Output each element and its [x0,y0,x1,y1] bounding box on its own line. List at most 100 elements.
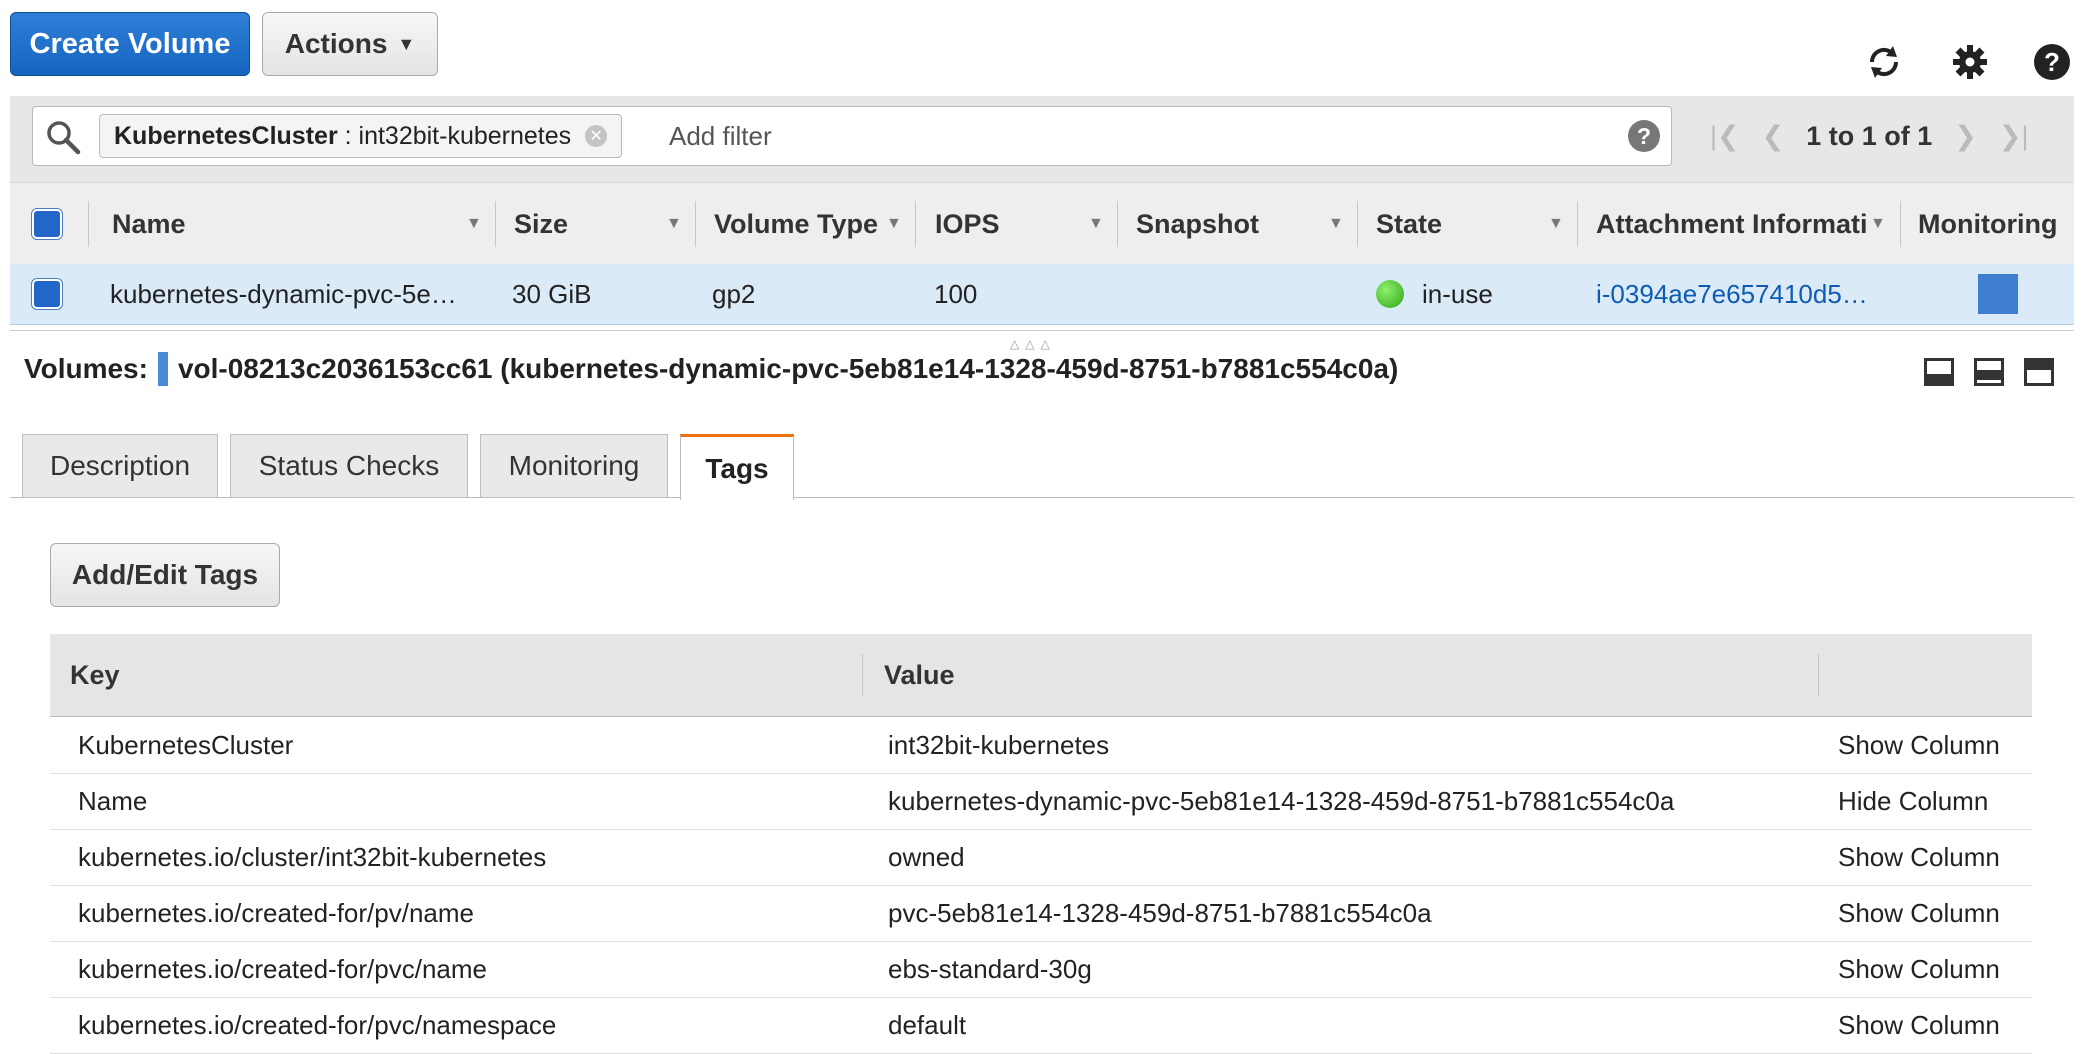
last-page-icon[interactable]: ❯| [1999,121,2029,152]
chevron-down-icon: ▼ [397,33,416,54]
monitoring-icon[interactable] [1978,274,2018,314]
sort-snapshot-icon[interactable]: ▼ [1328,215,1344,233]
drag-handle-icon[interactable]: △△△ [1010,337,1056,351]
tag-value: ebs-standard-30g [888,953,1092,984]
pagination: |❮ ❮ 1 to 1 of 1 ❯ ❯| [1710,106,2029,166]
tab-tags[interactable]: Tags [680,434,794,500]
tab-status-checks[interactable]: Status Checks [230,434,468,498]
status-dot-icon [1376,280,1404,308]
column-header-size[interactable]: Size [514,183,664,265]
column-header-attachment[interactable]: Attachment Informati [1596,183,1870,265]
cell-name: kubernetes-dynamic-pvc-5e… [110,278,457,309]
layout-split-icon[interactable] [1974,358,2004,386]
filter-chip-key: KubernetesCluster [114,121,338,150]
show-column-link[interactable]: Show Column [1838,717,2000,773]
actions-button[interactable]: Actions ▼ [262,12,438,76]
layout-top-icon[interactable] [2024,358,2054,386]
panel-splitter[interactable] [10,330,2074,337]
sort-size-icon[interactable]: ▼ [666,215,682,233]
add-edit-tags-button[interactable]: Add/Edit Tags [50,543,280,607]
show-column-link[interactable]: Show Column [1838,885,2000,941]
table-row[interactable]: kubernetes-dynamic-pvc-5e… 30 GiB gp2 10… [10,264,2074,325]
tag-value: default [888,1009,967,1040]
show-column-link[interactable]: Show Column [1838,997,2000,1053]
svg-text:?: ? [2044,47,2060,77]
column-divider [862,654,863,696]
show-column-link[interactable]: Show Column [1838,941,2000,997]
filter-chip-separator: : [337,121,359,150]
sort-attachment-icon[interactable]: ▼ [1870,215,1886,233]
tag-row: kubernetes.io/created-for/pvc/name ebs-s… [50,941,2032,998]
tag-row: kubernetes.io/created-for/pv/name pvc-5e… [50,885,2032,942]
svg-text:?: ? [1637,123,1651,149]
row-checkbox[interactable] [32,279,62,309]
filter-bar: KubernetesCluster : int32bit-kubernetes … [10,96,2074,182]
layout-bottom-icon[interactable] [1924,358,1954,386]
filter-chip-value: int32bit-kubernetes [358,121,572,150]
tag-row: Name kubernetes-dynamic-pvc-5eb81e14-132… [50,773,2032,830]
tag-key: kubernetes.io/created-for/pvc/name [78,953,487,984]
tab-underline [10,497,2074,498]
volume-color-tag [157,352,168,386]
pagination-text: 1 to 1 of 1 [1806,120,1933,151]
filter-help-icon[interactable]: ? [1627,119,1661,158]
tag-key: kubernetes.io/cluster/int32bit-kubernete… [78,841,547,872]
column-divider [495,201,496,247]
column-divider [1900,201,1901,247]
cell-snapshot [1136,264,1336,324]
create-volume-button[interactable]: Create Volume [10,12,250,76]
tag-value: kubernetes-dynamic-pvc-5eb81e14-1328-459… [888,785,1675,816]
column-header-iops[interactable]: IOPS [935,183,1085,265]
hide-column-link[interactable]: Hide Column [1838,773,1988,829]
tag-value: pvc-5eb81e14-1328-459d-8751-b7881c554c0a [888,897,1432,928]
tab-description[interactable]: Description [22,434,218,498]
sort-name-icon[interactable]: ▼ [466,215,482,233]
help-icon[interactable]: ? [2030,40,2074,84]
detail-title: Volumes: vol-08213c2036153cc61 (kubernet… [24,352,1398,386]
column-divider [695,201,696,247]
attachment-link[interactable]: i-0394ae7e657410d5… [1596,264,1886,324]
sort-volume-type-icon[interactable]: ▼ [886,215,902,233]
first-page-icon[interactable]: |❮ [1710,121,1740,152]
cell-state: in-use [1376,264,1576,324]
column-divider [1818,654,1819,696]
prev-page-icon[interactable]: ❮ [1762,121,1785,152]
filter-chip[interactable]: KubernetesCluster : int32bit-kubernetes … [99,114,623,158]
column-divider [1117,201,1118,247]
refresh-icon[interactable] [1862,40,1906,84]
cell-volume-type: gp2 [712,278,756,309]
state-label: in-use [1422,278,1493,309]
tag-row: kubernetes.io/cluster/int32bit-kubernete… [50,829,2032,886]
tag-value: int32bit-kubernetes [888,729,1110,760]
tag-key: kubernetes.io/created-for/pv/name [78,897,474,928]
search-field[interactable]: KubernetesCluster : int32bit-kubernetes … [32,106,1672,166]
column-header-monitoring[interactable]: Monitoring [1918,183,2074,265]
column-divider [88,201,89,247]
column-header-state[interactable]: State [1376,183,1526,265]
tag-row: KubernetesCluster int32bit-kubernetes Sh… [50,717,2032,774]
tag-key: KubernetesCluster [78,729,294,760]
gear-icon[interactable] [1948,40,1992,84]
column-header-snapshot[interactable]: Snapshot [1136,183,1306,265]
tab-monitoring[interactable]: Monitoring [480,434,668,498]
actions-label: Actions [284,28,388,59]
column-divider [1357,201,1358,247]
tags-header-key: Key [70,659,120,690]
column-header-name[interactable]: Name [112,183,342,265]
add-filter-input[interactable]: Add filter [669,121,772,152]
sort-state-icon[interactable]: ▼ [1548,215,1564,233]
tags-header-value: Value [884,659,955,690]
column-divider [915,201,916,247]
tag-value: owned [888,841,965,872]
select-all-checkbox[interactable] [32,209,62,239]
tag-row: kubernetes.io/created-for/pvc/namespace … [50,997,2032,1054]
column-divider [1577,201,1578,247]
detail-volume-title: vol-08213c2036153cc61 (kubernetes-dynami… [177,353,1399,384]
detail-title-prefix: Volumes: [24,353,148,384]
sort-iops-icon[interactable]: ▼ [1088,215,1104,233]
next-page-icon[interactable]: ❯ [1954,121,1977,152]
show-column-link[interactable]: Show Column [1838,829,2000,885]
column-header-volume-type[interactable]: Volume Type [714,183,884,265]
search-icon [45,119,81,160]
clear-chip-icon[interactable]: ✕ [585,125,608,147]
